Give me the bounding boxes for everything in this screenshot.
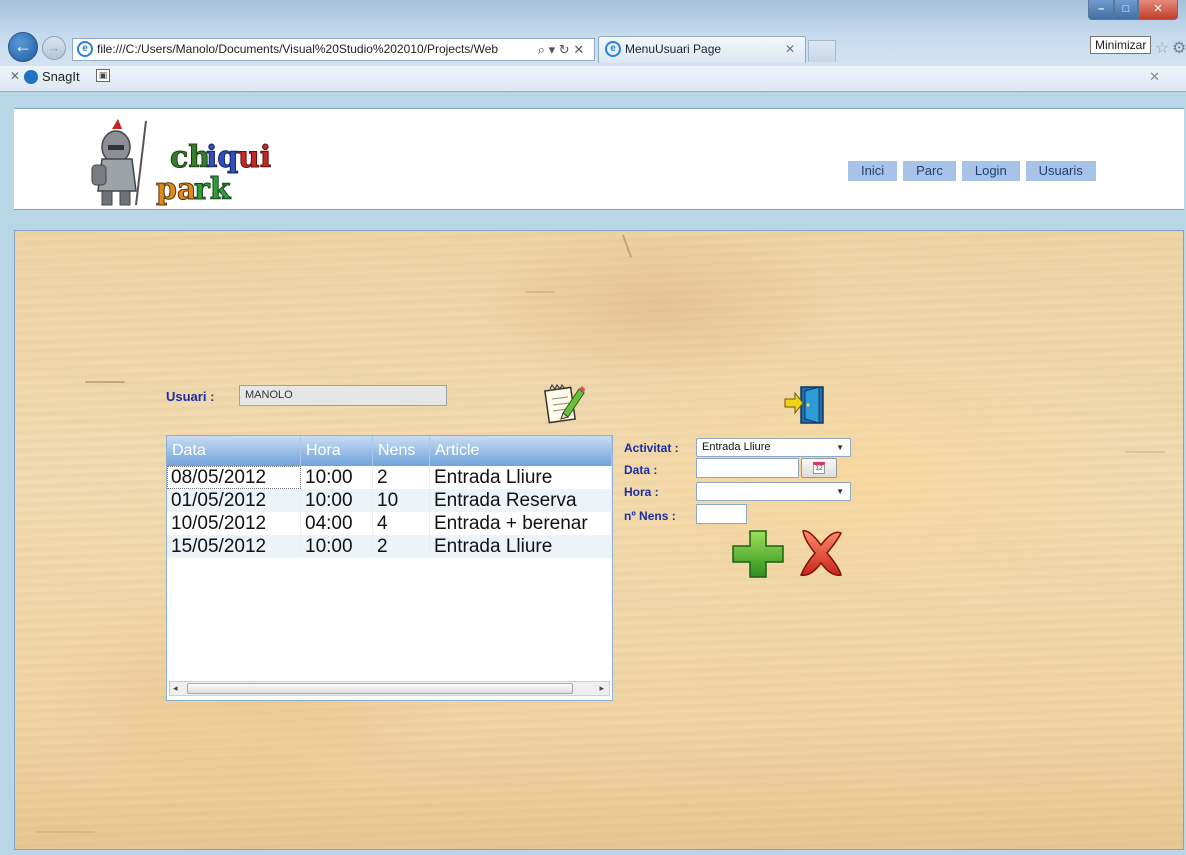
nens-label: nº Nens : (624, 509, 676, 523)
cell-hora: 10:00 (301, 466, 373, 489)
back-button[interactable]: ← (8, 32, 38, 62)
column-header-hora[interactable]: Hora (301, 436, 373, 466)
table-row[interactable]: 01/05/2012 10:00 10 Entrada Reserva (167, 489, 612, 512)
table-row[interactable]: 08/05/2012 10:00 2 Entrada Lliure (167, 466, 612, 489)
cell-nens: 4 (373, 512, 430, 535)
table-row[interactable]: 10/05/2012 04:00 4 Entrada + berenar (167, 512, 612, 535)
address-actions[interactable]: ⌕ ▾ ↻ ✕ (528, 39, 594, 60)
usuari-field[interactable]: MANOLO (239, 385, 447, 406)
cell-nens: 10 (373, 489, 430, 512)
browser-tab[interactable]: e MenuUsuari Page ✕ (598, 36, 806, 63)
close-toolbar-icon[interactable]: ✕ (10, 69, 20, 83)
wood-grain (35, 831, 95, 833)
green-plus-icon[interactable] (731, 529, 785, 579)
menu-item-usuaris[interactable]: Usuaris (1025, 161, 1096, 181)
hora-label: Hora : (624, 485, 659, 499)
column-header-data[interactable]: Data (167, 436, 301, 466)
scroll-thumb[interactable] (187, 683, 573, 694)
chiqui-park-logo: ch iq ui pa rk (91, 119, 272, 207)
minimize-tooltip: Minimizar (1090, 36, 1152, 54)
chevron-down-icon: ▼ (836, 443, 844, 452)
close-tab-icon[interactable]: ✕ (785, 37, 795, 62)
notepad-pencil-icon[interactable] (543, 381, 585, 425)
svg-text:rk: rk (194, 172, 232, 207)
cell-data: 15/05/2012 (167, 535, 301, 558)
svg-text:pa: pa (156, 172, 196, 207)
usuari-label: Usuari : (166, 389, 215, 404)
menu-item-parc[interactable]: Parc (903, 161, 956, 181)
column-header-nens[interactable]: Nens (373, 436, 430, 466)
wood-grain (621, 234, 633, 258)
gear-icon[interactable]: ⚙ (1172, 38, 1186, 58)
grid-header: Data Hora Nens Article (167, 436, 612, 466)
hora-select[interactable]: ▼ (696, 482, 851, 501)
data-field[interactable] (696, 458, 799, 478)
reservations-grid[interactable]: Data Hora Nens Article 08/05/2012 10:00 … (166, 435, 613, 701)
cell-article: Entrada Lliure (430, 466, 612, 489)
svg-text:iq: iq (206, 140, 238, 175)
menu-item-inici[interactable]: Inici (848, 161, 898, 181)
cell-hora: 04:00 (301, 512, 373, 535)
nens-field[interactable] (696, 504, 747, 524)
activitat-value: Entrada Lliure (702, 441, 771, 453)
window-controls: – □ ✕ (1088, 0, 1178, 20)
cell-data: 10/05/2012 (167, 512, 301, 535)
favorites-star-icon[interactable]: ☆ (1155, 38, 1169, 58)
activitat-label: Activitat : (624, 441, 679, 455)
exit-door-icon[interactable] (783, 383, 827, 427)
minimize-button[interactable]: – (1088, 0, 1114, 20)
cell-nens: 2 (373, 535, 430, 558)
maximize-button[interactable]: □ (1114, 0, 1138, 20)
cell-article: Entrada Lliure (430, 535, 612, 558)
activitat-select[interactable]: Entrada Lliure ▼ (696, 438, 851, 457)
calendar-icon: 12 (813, 462, 825, 474)
column-header-article[interactable]: Article (430, 436, 612, 466)
tab-title: MenuUsuari Page (625, 42, 722, 56)
horizontal-scrollbar[interactable]: ◂ ▸ (169, 681, 610, 696)
menu-item-login[interactable]: Login (961, 161, 1020, 181)
main-content: Usuari : MANOLO Data Hora Nens Article 0… (14, 230, 1184, 850)
address-text: file:///C:/Users/Manolo/Documents/Visual… (97, 42, 499, 56)
ie-page-icon: e (77, 41, 93, 57)
table-row[interactable]: 15/05/2012 10:00 2 Entrada Lliure (167, 535, 612, 558)
svg-text:ui: ui (238, 140, 271, 175)
cell-data: 08/05/2012 (167, 466, 301, 489)
cell-article: Entrada Reserva (430, 489, 612, 512)
ie-tab-icon: e (605, 41, 621, 57)
cell-data: 01/05/2012 (167, 489, 301, 512)
red-x-icon[interactable] (797, 527, 845, 579)
snagit-icon[interactable] (24, 70, 38, 84)
browser-chrome: – □ ✕ Minimizar ← → e file:///C:/Users/M… (0, 0, 1186, 92)
address-bar[interactable]: e file:///C:/Users/Manolo/Documents/Visu… (72, 38, 595, 61)
data-label: Data : (624, 463, 658, 477)
snagit-label[interactable]: SnagIt (42, 69, 80, 84)
wood-grain (525, 291, 555, 293)
new-tab-button[interactable] (808, 40, 836, 62)
site-header: ch iq ui pa rk Inici Parc Login Usuaris (14, 108, 1184, 210)
scroll-right-icon[interactable]: ▸ (599, 682, 604, 695)
close-toolbar-right-icon[interactable]: ✕ (1149, 69, 1160, 85)
command-toolbar: ✕ SnagIt ▣ ✕ (0, 66, 1186, 90)
close-window-button[interactable]: ✕ (1138, 0, 1178, 20)
cell-hora: 10:00 (301, 535, 373, 558)
main-menu: Inici Parc Login Usuaris (848, 161, 1096, 181)
cell-article: Entrada + berenar (430, 512, 612, 535)
wood-grain (1125, 451, 1165, 453)
wood-grain (85, 381, 125, 383)
cell-hora: 10:00 (301, 489, 373, 512)
cell-nens: 2 (373, 466, 430, 489)
scroll-left-icon[interactable]: ◂ (173, 682, 178, 695)
svg-text:ch: ch (170, 140, 210, 175)
forward-button[interactable]: → (42, 36, 66, 60)
chevron-down-icon: ▼ (836, 487, 844, 496)
calendar-button[interactable]: 12 (801, 458, 837, 478)
snagit-capture-icon[interactable]: ▣ (96, 69, 110, 82)
